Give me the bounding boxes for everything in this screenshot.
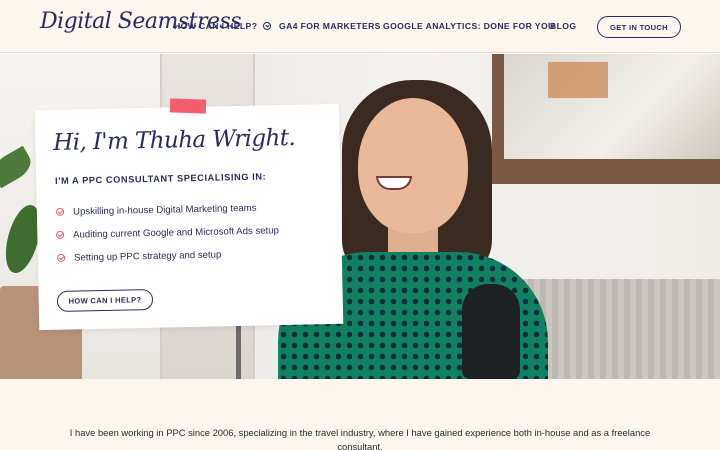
check-circle-icon [56,207,65,216]
hero-background-reflection [548,62,608,98]
nav-how-can-i-help-label: HOW CAN I HELP? [174,21,258,31]
nav-blog[interactable]: BLOG [550,21,576,31]
nav-ga4-for-marketers[interactable]: GA4 FOR MARKETERS [279,21,381,31]
intro-paragraph: I have been working in PPC since 2006, s… [69,427,651,450]
get-in-touch-button[interactable]: GET IN TOUCH [597,16,681,38]
podcast-microphone [462,284,520,379]
how-can-i-help-button[interactable]: HOW CAN I HELP? [56,288,154,313]
nav-google-analytics-done-for-you[interactable]: GOOGLE ANALYTICS: DONE FOR YOU [383,21,555,31]
card-tape [169,98,207,114]
hero-background-mirror [504,54,720,159]
site-header: Digital Seamstress HOW CAN I HELP? GA4 F… [0,0,720,53]
hero-title: Hi, I'm Thuha Wright. [53,124,296,156]
check-circle-icon [56,230,65,239]
nav-how-can-i-help[interactable]: HOW CAN I HELP? [174,21,272,31]
check-circle-icon [57,253,66,262]
chevron-down-icon[interactable] [263,22,272,30]
portrait-face [358,98,468,233]
